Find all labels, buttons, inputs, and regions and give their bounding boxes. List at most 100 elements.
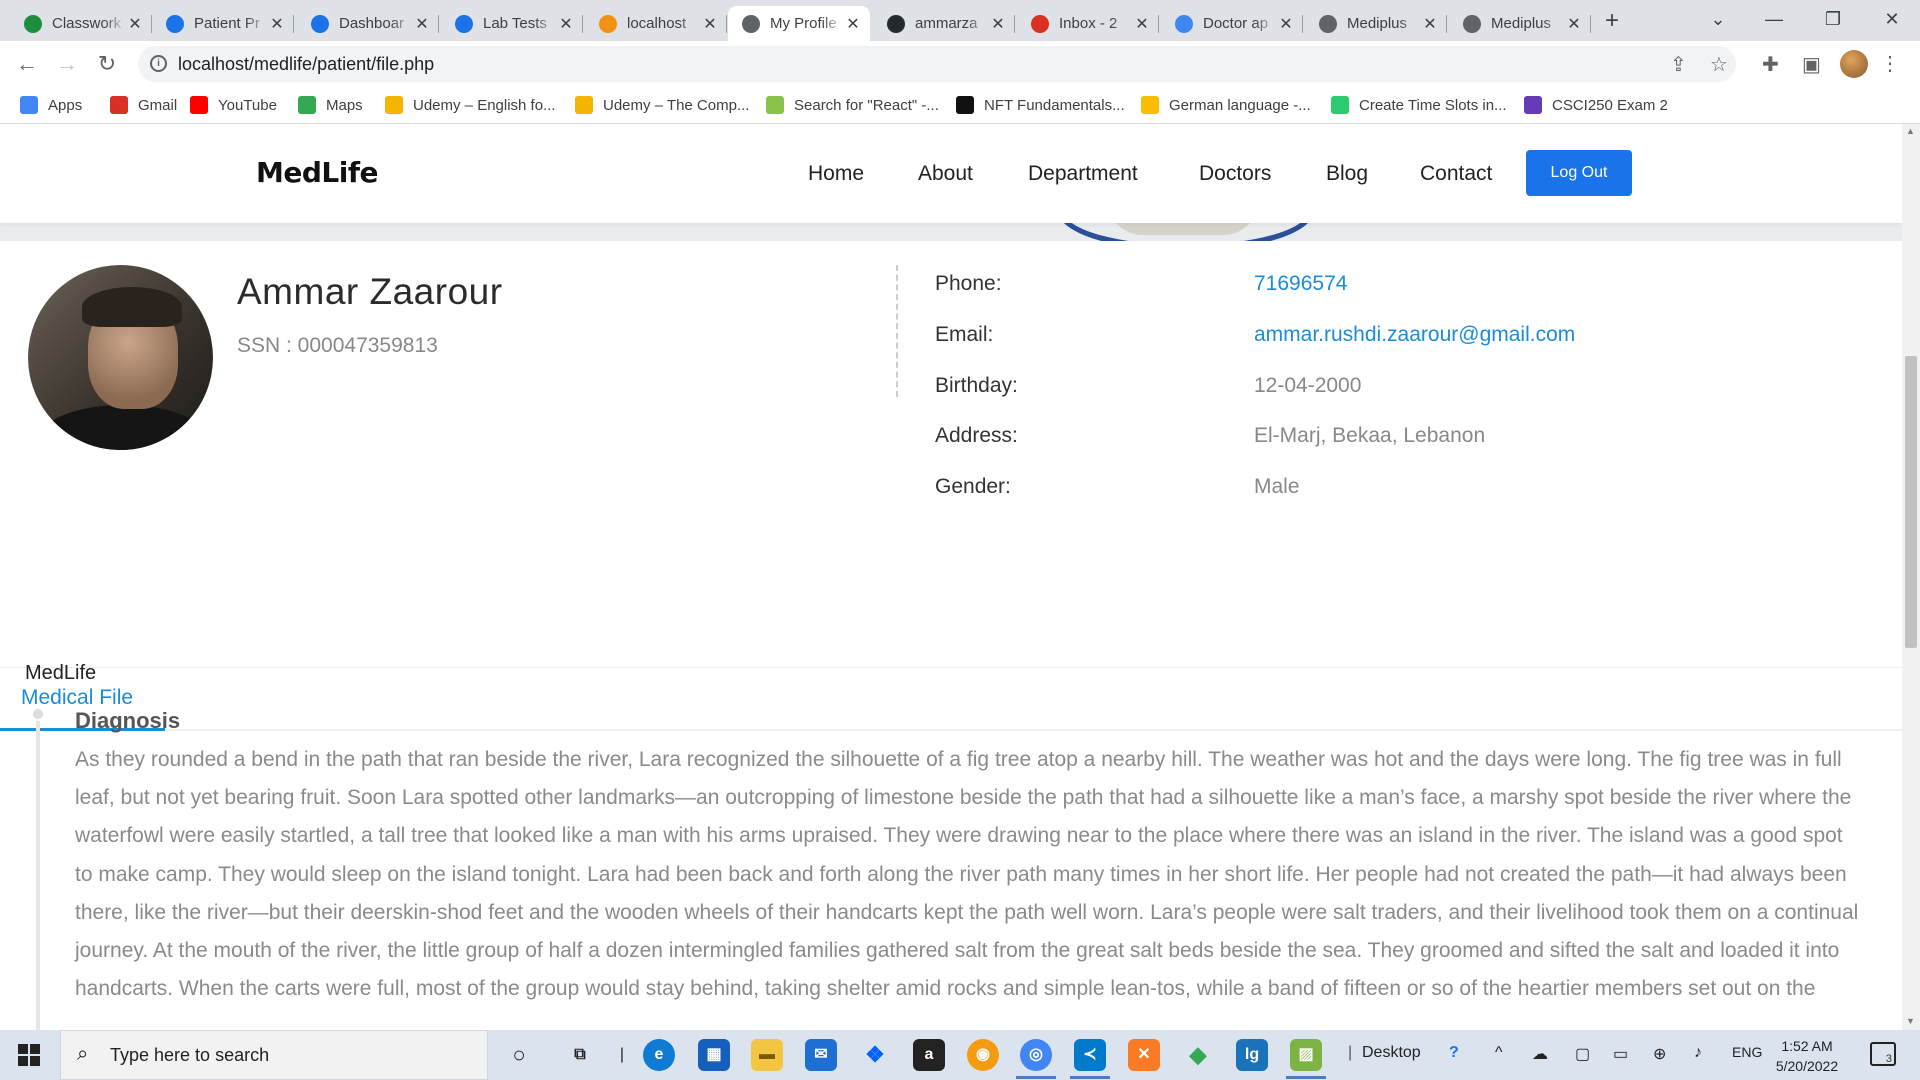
language-indicator[interactable]: ENG xyxy=(1732,1044,1762,1060)
bookmark-item[interactable]: YouTube xyxy=(190,96,277,114)
browser-profile-avatar[interactable] xyxy=(1840,50,1868,78)
browser-tab[interactable]: Patient Pr ✕ xyxy=(152,6,294,41)
bookmark-item[interactable]: Udemy – The Comp... xyxy=(575,96,749,114)
file-explorer-icon[interactable]: ▬ xyxy=(751,1039,783,1071)
close-tab-icon[interactable]: ✕ xyxy=(413,14,431,34)
nav-contact[interactable]: Contact xyxy=(1420,162,1492,186)
taskbar-separator: | xyxy=(619,1046,625,1063)
reload-icon[interactable]: ↻ xyxy=(92,50,122,80)
nav-department[interactable]: Department xyxy=(1028,162,1138,186)
help-icon[interactable]: ? xyxy=(1449,1044,1459,1062)
extensions-puzzle-icon[interactable]: ✚ xyxy=(1762,52,1779,77)
nav-about[interactable]: About xyxy=(918,162,973,186)
desktop-toolbar-label[interactable]: Desktop xyxy=(1362,1044,1421,1062)
browser-menu-icon[interactable]: ⋮ xyxy=(1880,51,1900,76)
browser-tab[interactable]: Doctor ap ✕ xyxy=(1161,6,1303,41)
address-bar[interactable]: i localhost/medlife/patient/file.php ⇪ ☆ xyxy=(138,46,1736,82)
close-tab-icon[interactable]: ✕ xyxy=(557,14,575,34)
maximize-button[interactable]: ❐ xyxy=(1805,0,1861,41)
notification-center-icon[interactable]: 3 xyxy=(1870,1042,1896,1066)
battery-icon[interactable]: ▭ xyxy=(1613,1044,1628,1064)
close-tab-icon[interactable]: ✕ xyxy=(701,14,719,34)
mail-icon[interactable]: ✉ xyxy=(805,1039,837,1071)
scroll-down-arrow-icon[interactable]: ▼ xyxy=(1906,1016,1915,1026)
close-tab-icon[interactable]: ✕ xyxy=(268,14,286,34)
lg-app-icon[interactable]: lg xyxy=(1236,1039,1268,1071)
taskbar-search-box[interactable]: ⌕ Type here to search xyxy=(60,1030,488,1080)
windows-start-icon[interactable] xyxy=(18,1044,40,1066)
browser-tab[interactable]: localhost ✕ xyxy=(585,6,727,41)
scrollbar-thumb[interactable] xyxy=(1905,356,1917,648)
new-tab-button[interactable]: + xyxy=(1598,8,1626,36)
bookmark-item[interactable]: Search for "React" -... xyxy=(766,96,939,114)
share-icon[interactable]: ⇪ xyxy=(1670,52,1687,77)
show-hidden-icons-chevron-icon[interactable]: ^ xyxy=(1495,1044,1503,1062)
nav-blog[interactable]: Blog xyxy=(1326,162,1368,186)
network-globe-icon[interactable]: ⊕ xyxy=(1653,1044,1666,1064)
image-viewer-icon[interactable]: ▨ xyxy=(1290,1039,1322,1071)
cortana-icon[interactable]: ○ xyxy=(503,1039,535,1071)
browser-tab[interactable]: ammarza ✕ xyxy=(873,6,1015,41)
page-scrollbar[interactable]: ▲ ▼ xyxy=(1902,124,1920,1030)
bookmark-item[interactable]: Gmail xyxy=(110,96,177,114)
site-info-icon[interactable]: i xyxy=(150,55,167,72)
close-tab-icon[interactable]: ✕ xyxy=(1133,14,1151,34)
scroll-up-arrow-icon[interactable]: ▲ xyxy=(1906,126,1915,136)
browser-tab[interactable]: Inbox - 2 ✕ xyxy=(1017,6,1159,41)
bookmark-item[interactable]: Create Time Slots in... xyxy=(1331,96,1507,114)
close-tab-icon[interactable]: ✕ xyxy=(989,14,1007,34)
bookmark-item[interactable]: NFT Fundamentals... xyxy=(956,96,1125,114)
side-panel-icon[interactable]: ▣ xyxy=(1802,52,1821,77)
bookmark-label: NFT Fundamentals... xyxy=(984,96,1125,114)
nav-home[interactable]: Home xyxy=(808,162,864,186)
amazon-icon[interactable]: a xyxy=(913,1039,945,1071)
bookmark-item[interactable]: Maps xyxy=(298,96,363,114)
close-window-button[interactable]: ✕ xyxy=(1864,0,1920,41)
sk-icon xyxy=(956,96,974,114)
close-tab-icon[interactable]: ✕ xyxy=(126,14,144,34)
browser-tab[interactable]: Mediplus ✕ xyxy=(1305,6,1447,41)
maps-icon xyxy=(298,96,316,114)
avast-icon[interactable]: ◉ xyxy=(967,1039,999,1071)
onedrive-cloud-icon[interactable]: ☁ xyxy=(1532,1044,1548,1064)
email-value[interactable]: ammar.rushdi.zaarour@gmail.com xyxy=(1254,323,1575,347)
browser-tab[interactable]: Dashboar ✕ xyxy=(297,6,439,41)
chrome-icon[interactable]: ◎ xyxy=(1020,1039,1052,1071)
close-tab-icon[interactable]: ✕ xyxy=(1277,14,1295,34)
browser-tab[interactable]: My Profile ✕ xyxy=(728,6,870,41)
bookmark-star-icon[interactable]: ☆ xyxy=(1710,52,1728,77)
meet-now-icon[interactable]: ▢ xyxy=(1575,1044,1590,1064)
colorful-app-icon[interactable]: ◆ xyxy=(1182,1039,1214,1071)
bookmark-item[interactable]: Apps xyxy=(20,96,82,114)
bookmark-item[interactable]: CSCI250 Exam 2 xyxy=(1524,96,1668,114)
browser-tab[interactable]: Lab Tests ✕ xyxy=(441,6,583,41)
browser-tab[interactable]: Classwork ✕ xyxy=(10,6,152,41)
volume-icon[interactable]: ♪ xyxy=(1694,1044,1702,1062)
xampp-icon[interactable]: ✕ xyxy=(1128,1039,1160,1071)
minimize-button[interactable]: — xyxy=(1746,0,1802,41)
url-text[interactable]: localhost/medlife/patient/file.php xyxy=(178,54,434,75)
vscode-icon[interactable]: ≺ xyxy=(1074,1039,1106,1071)
forward-arrow-icon[interactable]: → xyxy=(52,50,82,80)
bookmark-label: Apps xyxy=(48,96,83,114)
close-tab-icon[interactable]: ✕ xyxy=(1565,14,1583,34)
task-view-icon[interactable]: ⧉ xyxy=(564,1039,596,1071)
edge-icon[interactable]: e xyxy=(643,1039,675,1071)
site-logo[interactable]: MedLife xyxy=(256,156,379,189)
close-tab-icon[interactable]: ✕ xyxy=(844,14,862,34)
back-arrow-icon[interactable]: ← xyxy=(12,50,42,80)
tab-search-icon[interactable]: ⌄ xyxy=(1690,0,1746,41)
bookmark-item[interactable]: German language -... xyxy=(1141,96,1311,114)
green-circle-icon xyxy=(1331,96,1349,114)
bookmark-item[interactable]: Udemy – English fo... xyxy=(385,96,556,114)
dropbox-icon[interactable]: ❖ xyxy=(859,1039,891,1071)
logout-button[interactable]: Log Out xyxy=(1526,150,1632,196)
nav-doctors[interactable]: Doctors xyxy=(1199,162,1271,186)
tab-separator xyxy=(1014,15,1015,33)
browser-tab[interactable]: Mediplus ✕ xyxy=(1449,6,1591,41)
phone-value[interactable]: 71696574 xyxy=(1254,272,1347,296)
close-tab-icon[interactable]: ✕ xyxy=(1421,14,1439,34)
store-icon[interactable]: ▦ xyxy=(698,1039,730,1071)
taskbar-clock[interactable]: 1:52 AM 5/20/2022 xyxy=(1762,1036,1852,1076)
medical-cross-icon xyxy=(166,14,184,33)
